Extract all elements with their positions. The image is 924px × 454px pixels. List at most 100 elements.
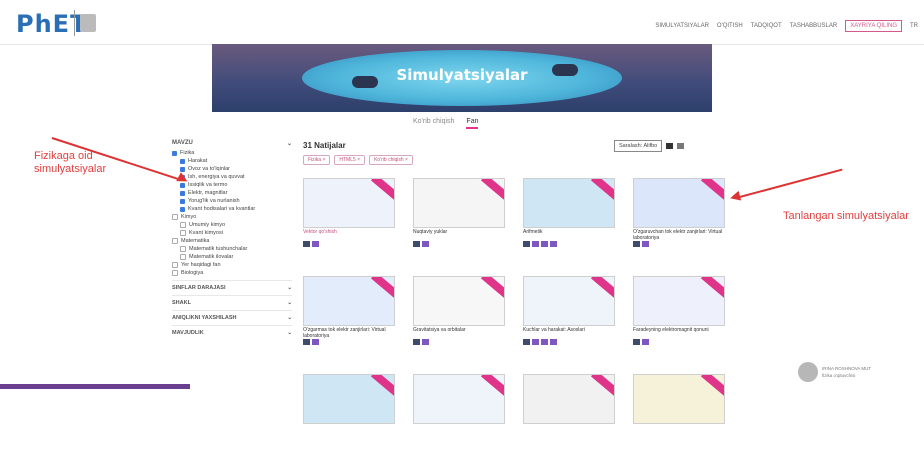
simulation-thumbnail[interactable] (523, 276, 615, 326)
simulation-thumbnail[interactable] (523, 178, 615, 228)
checkbox-icon[interactable] (180, 166, 185, 172)
banner-title: Simulyatsiyalar (396, 66, 528, 84)
checkbox-icon[interactable] (180, 222, 186, 228)
html5-icon (413, 339, 420, 345)
simulation-card[interactable]: Faradeyning elektromagnit qonuni (633, 276, 725, 356)
filter-checkbox-item[interactable]: Biologiya (172, 270, 292, 276)
filter-chip-browse[interactable]: Ko'rib chiqish × (369, 155, 413, 165)
filter-checkbox-item[interactable]: Kimyo (172, 214, 292, 220)
device-icon (312, 241, 319, 247)
filter-label: Ish, energiya va quvvat (188, 174, 245, 180)
filter-checkbox-item[interactable]: Harakat (172, 158, 292, 164)
simulation-thumbnail[interactable] (413, 276, 505, 326)
simulation-title[interactable]: Arifmetik (523, 229, 613, 235)
simulation-thumbnail[interactable] (303, 178, 395, 228)
sort-select[interactable]: Saralash: Alifbo (614, 140, 663, 152)
simulation-card[interactable]: O'zgarmas tok elektr zanjirlari: Virtual… (303, 276, 395, 356)
checkbox-icon[interactable] (180, 158, 185, 164)
language-selector[interactable]: Tr (910, 23, 918, 29)
grid-view-icon[interactable] (666, 143, 674, 149)
checkbox-icon[interactable] (180, 198, 185, 204)
filter-checkbox-item[interactable]: Matematik tushunchalar (172, 246, 292, 252)
simulation-thumbnail[interactable] (413, 178, 505, 228)
simulation-title[interactable]: Faradeyning elektromagnit qonuni (633, 327, 723, 333)
annotation-right: Tanlangan simulyatsiyalar (783, 210, 909, 222)
main-nav: SIMULYATSIYALAR O'QITISH TADQIQOT TASHAB… (655, 20, 918, 32)
simulation-title[interactable]: Vektor qo'shish (303, 229, 393, 235)
filter-checkbox-item[interactable]: Yorug'lik va nurlanish (172, 198, 292, 204)
device-icon (550, 241, 557, 247)
filter-checkbox-item[interactable]: Yer haqidagi fan (172, 262, 292, 268)
checkbox-icon[interactable] (172, 262, 178, 268)
filter-checkbox-item[interactable]: Elektr, magnitlar (172, 190, 292, 196)
filter-label: Kvant hodisalari va kvantlar (188, 206, 256, 212)
section-grade-level[interactable]: SINFLAR DARAJASI ⌄ (172, 280, 292, 291)
simulation-thumbnail[interactable] (413, 374, 505, 424)
simulation-title[interactable]: O'zgaruvchan tok elektr zanjirlari: Virt… (633, 229, 723, 241)
simulation-card[interactable]: O'zgaruvchan tok elektr zanjirlari: Virt… (633, 178, 725, 258)
html5-icon (633, 339, 640, 345)
checkbox-icon[interactable] (172, 238, 178, 244)
simulation-thumbnail[interactable] (633, 374, 725, 424)
nav-item-simulations[interactable]: SIMULYATSIYALAR (655, 23, 709, 29)
simulation-title[interactable]: Gravitatsiya va orbitalar (413, 327, 503, 333)
phet-logo[interactable]: PhET (16, 10, 87, 38)
simulation-card[interactable] (523, 374, 615, 454)
tab-subject[interactable]: Fan (466, 118, 479, 129)
filter-checkbox-item[interactable]: Kvant kimyosi (172, 230, 292, 236)
checkbox-icon[interactable] (172, 270, 178, 276)
filter-checkbox-item[interactable]: Kvant hodisalari va kvantlar (172, 206, 292, 212)
simulation-thumbnail[interactable] (303, 276, 395, 326)
section-label: SHAKL (172, 300, 191, 306)
checkbox-icon[interactable] (180, 246, 186, 252)
section-availability[interactable]: MAVJUDLIK ⌄ (172, 325, 292, 336)
html5-icon (633, 241, 640, 247)
checkbox-icon[interactable] (180, 254, 186, 260)
checkbox-icon[interactable] (180, 206, 185, 212)
simulation-thumbnail[interactable] (523, 374, 615, 424)
section-type[interactable]: SHAKL ⌄ (172, 295, 292, 306)
simulation-card[interactable] (413, 374, 505, 454)
filter-checkbox-item[interactable]: Ish, energiya va quvvat (172, 174, 292, 180)
checkbox-icon[interactable] (180, 190, 185, 196)
filter-checkbox-item[interactable]: Ovoz va to'lqinlar (172, 166, 292, 172)
simulation-thumbnail[interactable] (633, 276, 725, 326)
tab-browse[interactable]: Ko'rib chiqish (413, 118, 454, 129)
logo-text: PhET (16, 10, 88, 38)
simulation-title[interactable]: Kuchlar va harakat: Asoslari (523, 327, 613, 333)
simulation-card[interactable] (633, 374, 725, 454)
nav-item-research[interactable]: TADQIQOT (751, 23, 782, 29)
simulation-thumbnail[interactable] (633, 178, 725, 228)
simulation-card[interactable] (303, 374, 395, 454)
simulation-card[interactable]: Nuqtaviy yuklar (413, 178, 505, 258)
nav-item-teaching[interactable]: O'QITISH (717, 23, 743, 29)
simulation-card[interactable]: Vektor qo'shish (303, 178, 395, 258)
donate-button[interactable]: XAYRIYA QILING (845, 20, 902, 32)
filter-checkbox-item[interactable]: Matematik ilovalar (172, 254, 292, 260)
simulation-title[interactable]: O'zgarmas tok elektr zanjirlari: Virtual… (303, 327, 393, 339)
filter-checkbox-item[interactable]: Matematika (172, 238, 292, 244)
list-view-icon[interactable] (677, 143, 685, 149)
new-ribbon-badge (370, 179, 394, 200)
nav-item-initiatives[interactable]: TASHABBUSLAR (790, 23, 838, 29)
checkbox-icon[interactable] (172, 214, 178, 220)
section-accessibility[interactable]: ANIQLIKNI YAXSHILASH ⌄ (172, 310, 292, 321)
html5-icon (523, 241, 530, 247)
simulation-card[interactable]: Arifmetik (523, 178, 615, 258)
filter-chip-physics[interactable]: Fizika × (303, 155, 331, 165)
checkbox-icon[interactable] (172, 150, 177, 156)
simulation-title[interactable]: Nuqtaviy yuklar (413, 229, 503, 235)
simulation-card[interactable]: Kuchlar va harakat: Asoslari (523, 276, 615, 356)
filter-checkbox-item[interactable]: Fizika (172, 150, 292, 156)
filter-heading[interactable]: MAVZU ⌄ (172, 140, 292, 147)
filter-checkbox-item[interactable]: Umumiy kimyo (172, 222, 292, 228)
chevron-down-icon: ⌄ (286, 141, 292, 147)
new-ribbon-badge (480, 179, 504, 200)
checkbox-icon[interactable] (180, 230, 186, 236)
filter-label: Matematika (181, 238, 210, 244)
filter-chip-html5[interactable]: HTML5 × (334, 155, 366, 165)
filter-checkbox-item[interactable]: Issiqlik va termo (172, 182, 292, 188)
user-profile[interactable]: IRINA ROSHNOVA MUT fizika o'qituvchisi (798, 360, 918, 386)
simulation-card[interactable]: Gravitatsiya va orbitalar (413, 276, 505, 356)
simulation-thumbnail[interactable] (303, 374, 395, 424)
